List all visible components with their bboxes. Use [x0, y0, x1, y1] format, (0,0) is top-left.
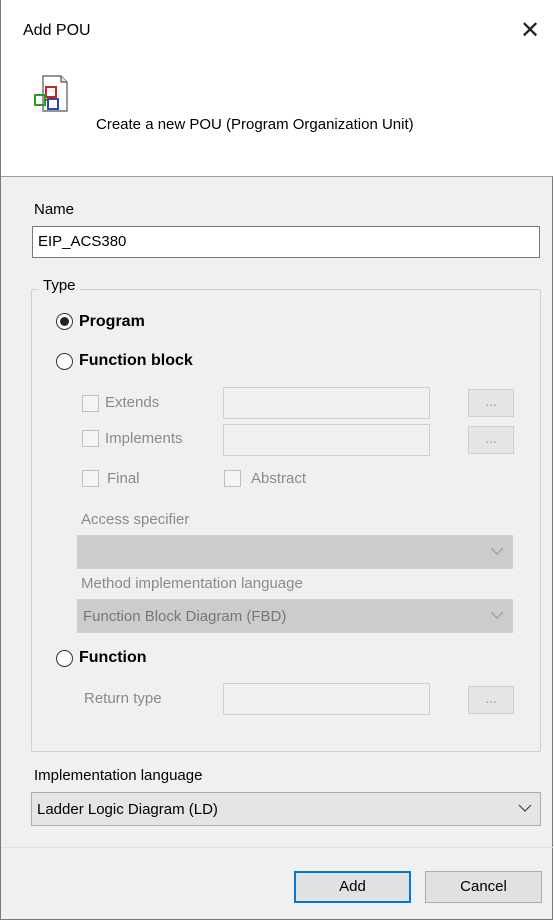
header-description: Create a new POU (Program Organization U… — [96, 116, 414, 133]
pou-icon — [34, 75, 68, 112]
add-button[interactable]: Add — [294, 871, 411, 903]
program-label[interactable]: Program — [79, 313, 145, 331]
chevron-down-icon — [518, 804, 532, 812]
method-language-select[interactable]: Function Block Diagram (FBD) — [77, 599, 513, 633]
radio-selected-dot — [60, 317, 69, 326]
title-bar: Add POU ✕ — [1, 0, 553, 64]
implements-input[interactable] — [223, 424, 430, 456]
implements-checkbox[interactable] — [82, 430, 99, 447]
function-block-radio[interactable] — [56, 353, 73, 370]
name-input[interactable]: EIP_ACS380 — [32, 226, 540, 258]
abstract-label: Abstract — [251, 470, 307, 487]
function-block-label[interactable]: Function block — [79, 352, 193, 370]
dialog-header: Create a new POU (Program Organization U… — [1, 64, 553, 177]
implementation-language-label: Implementation language — [34, 767, 203, 784]
name-label: Name — [34, 201, 75, 218]
implements-browse-button[interactable]: ... — [468, 426, 514, 454]
program-radio[interactable] — [56, 313, 73, 330]
abstract-checkbox[interactable] — [224, 470, 241, 487]
chevron-down-icon — [490, 611, 504, 619]
implementation-language-select[interactable]: Ladder Logic Diagram (LD) — [31, 792, 541, 826]
function-label[interactable]: Function — [79, 649, 147, 667]
return-type-browse-button[interactable]: ... — [468, 686, 514, 714]
extends-input[interactable] — [223, 387, 430, 419]
extends-label: Extends — [105, 394, 160, 411]
final-label: Final — [107, 470, 140, 487]
final-checkbox[interactable] — [82, 470, 99, 487]
access-specifier-label: Access specifier — [81, 511, 190, 528]
access-specifier-select[interactable] — [77, 535, 513, 569]
return-type-input[interactable] — [223, 683, 430, 715]
dialog-title: Add POU — [23, 22, 91, 39]
extends-browse-button[interactable]: ... — [468, 389, 514, 417]
implements-label: Implements — [105, 430, 183, 447]
add-pou-dialog: Add POU ✕ Create a new POU (Program Orga… — [0, 0, 553, 920]
return-type-label: Return type — [84, 690, 162, 707]
extends-checkbox[interactable] — [82, 395, 99, 412]
chevron-down-icon — [490, 547, 504, 555]
method-language-label: Method implementation language — [81, 575, 303, 592]
function-radio[interactable] — [56, 650, 73, 667]
close-icon[interactable]: ✕ — [513, 14, 547, 48]
method-language-value: Function Block Diagram (FBD) — [83, 608, 287, 625]
implementation-language-value: Ladder Logic Diagram (LD) — [37, 801, 218, 818]
cancel-button[interactable]: Cancel — [425, 871, 542, 903]
footer-separator — [1, 847, 553, 848]
type-group-label: Type — [39, 277, 80, 294]
